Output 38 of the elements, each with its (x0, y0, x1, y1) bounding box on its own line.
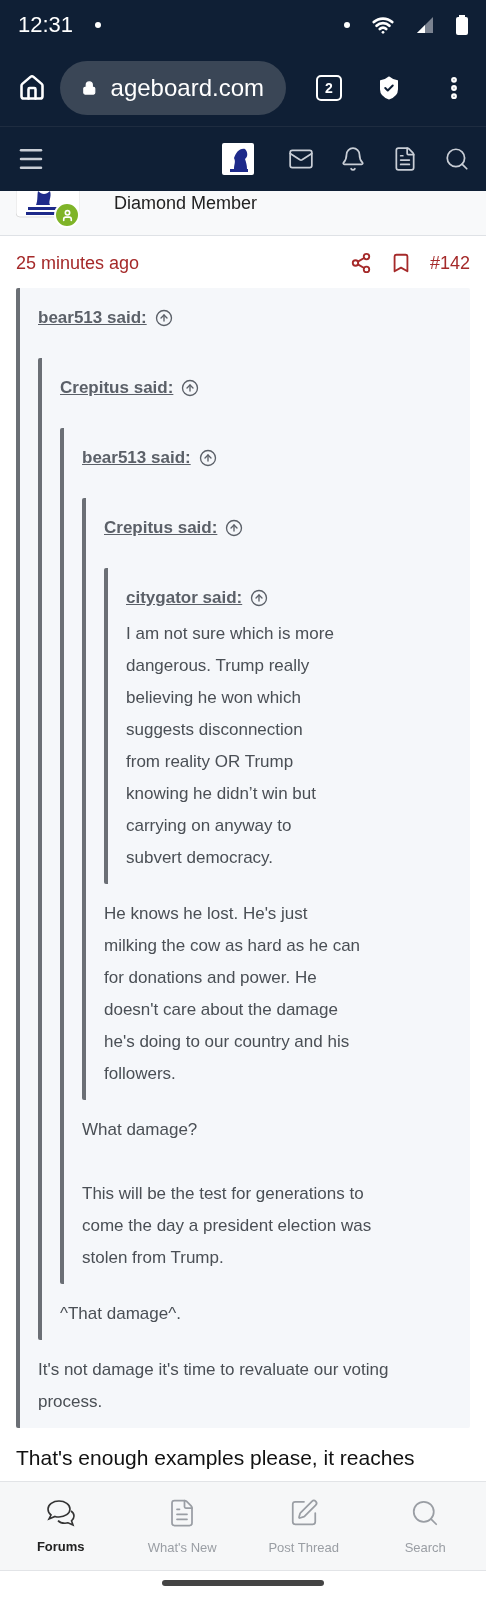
home-icon[interactable] (18, 74, 46, 102)
arrow-up-circle-icon (250, 589, 269, 607)
quote-author-link[interactable]: citygator said: (126, 588, 269, 608)
bell-icon[interactable] (340, 146, 366, 172)
post-text: That's enough examples please, it reaches (16, 1446, 416, 1470)
quote-text: He knows he lost. He's just milking the cow as hard as he can for donations and power. He doesn't care about the damage he's doing to our country and his followers. (104, 903, 362, 1085)
tab-count-button[interactable]: 2 (316, 75, 342, 101)
user-title: Diamond Member (114, 193, 258, 214)
wifi-icon (372, 14, 394, 36)
bottom-tab[interactable]: Forums (0, 1482, 122, 1570)
quote-text: It's not damage it's time to revaluate our voting process. (38, 1359, 390, 1413)
quote-author-link[interactable]: Crepitus said: (60, 378, 200, 398)
post-time[interactable]: 25 minutes ago (16, 252, 140, 274)
chat-bubbles-icon (44, 1498, 77, 1527)
arrow-up-circle-icon (154, 309, 173, 327)
quote-text: This will be the test for generations to come the day a president election was stolen from Trump. (82, 1183, 373, 1269)
search-icon[interactable] (444, 146, 470, 172)
battery-icon (456, 15, 468, 35)
mail-icon[interactable] (288, 146, 314, 172)
online-badge-icon (54, 202, 80, 228)
arrow-up-circle-icon (225, 519, 244, 537)
address-bar[interactable]: ageboard.com (60, 61, 286, 115)
quote-text: ^That damage^. (60, 1303, 182, 1325)
signal-icon (416, 16, 434, 34)
quote-author-link[interactable]: bear513 said: (38, 308, 173, 328)
document-icon[interactable] (392, 146, 418, 172)
share-icon[interactable] (349, 252, 372, 274)
post-number-link[interactable]: #142 (429, 252, 470, 274)
arrow-up-circle-icon (198, 449, 217, 467)
notification-dot-icon (344, 22, 350, 28)
status-time: 12:31 (18, 12, 74, 38)
quote-author-link[interactable]: Crepitus said: (104, 518, 244, 538)
arrow-up-circle-icon (181, 379, 200, 397)
quote-text: What damage? (82, 1119, 199, 1141)
site-logo[interactable] (222, 143, 254, 175)
notification-dot-icon (95, 22, 102, 28)
quote-text: I am not sure which is more dangerous. Trump really believing he won which suggests disconnection from reality OR Trump knowing he didn’t win but carrying on anyway to subvert democracy. (126, 623, 335, 869)
quote-author-link[interactable]: bear513 said: (82, 448, 217, 468)
